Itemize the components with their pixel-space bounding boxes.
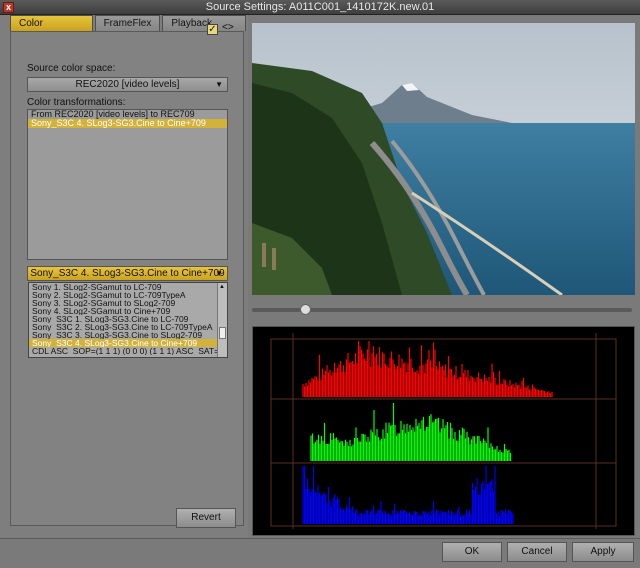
lut-option[interactable]: Sony 4. SLog2-SGamut to Cine+709	[29, 307, 227, 315]
scrubber-handle[interactable]	[300, 304, 311, 315]
lut-options-popup[interactable]: Sony 1. SLog2-SGamut to LC-709 Sony 2. S…	[28, 282, 228, 358]
title-bar: x Source Settings: A011C001_1410172K.new…	[0, 0, 640, 15]
scroll-up-icon[interactable]: ▲	[219, 284, 225, 290]
tab-frameflex[interactable]: FrameFlex	[94, 15, 161, 31]
chevron-down-icon: ▼	[215, 269, 223, 278]
scope-blue-channel	[302, 466, 514, 524]
lut-option[interactable]: Sony 1. SLog2-SGamut to LC-709	[29, 283, 227, 291]
tab-color-encoding[interactable]: Color Encoding	[10, 15, 93, 44]
source-color-space-value: REC2020 [video levels]	[75, 79, 180, 90]
enable-checkbox[interactable]: ✓	[207, 24, 218, 35]
popup-scrollbar[interactable]: ▲	[217, 283, 227, 357]
window-title: Source Settings: A011C001_1410172K.new.0…	[205, 1, 435, 13]
ok-button[interactable]: OK	[442, 542, 502, 562]
lut-option[interactable]: Sony 2. SLog2-SGamut to LC-709TypeA	[29, 291, 227, 299]
lut-option[interactable]: CDL ASC_SOP=(1 1 1) (0 0 0) (1 1 1) ASC_…	[29, 347, 227, 355]
color-transformations-label: Color transformations:	[27, 97, 126, 108]
apply-button[interactable]: Apply	[572, 542, 634, 562]
scope-canvas	[270, 333, 617, 529]
source-color-space-label: Source color space:	[27, 63, 116, 74]
scope-red-channel	[302, 341, 553, 397]
scope-green-channel	[310, 403, 512, 461]
lut-option-selected[interactable]: Sony_S3C 4. SLog3-SG3.Cine to Cine+709	[29, 339, 227, 347]
source-color-space-dropdown[interactable]: REC2020 [video levels] ▼	[27, 77, 228, 92]
color-transformations-list[interactable]: From REC2020 [video levels] to REC709 So…	[27, 109, 228, 260]
lut-option[interactable]: Sony_S3C 3. SLog3-SG3.Cine to SLog2-709	[29, 331, 227, 339]
lut-option[interactable]: Sony_S3C 1. SLog3-SG3.Cine to LC-709	[29, 315, 227, 323]
scrollbar-thumb[interactable]	[219, 327, 226, 339]
chevron-down-icon: ▼	[215, 80, 223, 89]
cancel-button[interactable]: Cancel	[507, 542, 567, 562]
lut-dropdown[interactable]: Sony_S3C 4. SLog3-SG3.Cine to Cine+709 ▼	[27, 266, 228, 281]
list-item[interactable]: From REC2020 [video levels] to REC709	[28, 110, 227, 119]
list-item-selected[interactable]: Sony_S3C 4. SLog3-SG3.Cine to Cine+709	[28, 119, 227, 128]
lut-dropdown-value: Sony_S3C 4. SLog3-SG3.Cine to Cine+709	[30, 268, 225, 279]
revert-button[interactable]: Revert	[176, 508, 236, 528]
rgb-parade-scope	[252, 326, 635, 536]
lut-option[interactable]: Sony_S3C 2. SLog3-SG3.Cine to LC-709Type…	[29, 323, 227, 331]
video-frame	[252, 23, 635, 295]
lut-option[interactable]: Sony 3. SLog2-SGamut to SLog2-709	[29, 299, 227, 307]
video-preview	[252, 23, 635, 295]
expand-arrows-icon[interactable]: <>	[222, 22, 234, 33]
